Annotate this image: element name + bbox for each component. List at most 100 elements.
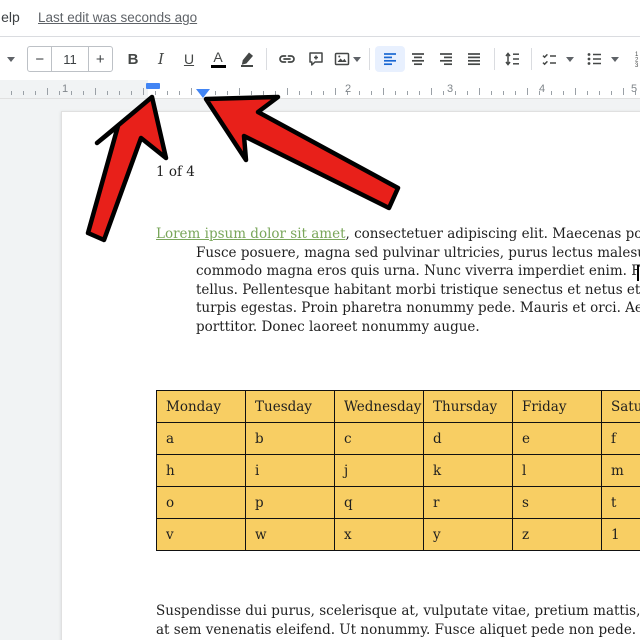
menu-item-help[interactable]: Help <box>0 9 20 25</box>
table-cell[interactable]: e <box>513 423 602 455</box>
numbered-list-icon: 123 <box>633 50 640 68</box>
table-header-cell[interactable]: Tuesday <box>246 391 335 423</box>
document-canvas: 1 of 4 Lorem ipsum dolor sit amet, conse… <box>0 99 640 640</box>
justify-button[interactable] <box>459 46 489 72</box>
lorem-ipsum-link[interactable]: Lorem ipsum dolor sit amet <box>156 226 346 242</box>
link-icon <box>277 50 297 68</box>
highlight-color-button[interactable] <box>234 46 260 72</box>
highlighter-icon <box>238 50 256 68</box>
checklist-dropdown-caret[interactable] <box>564 46 576 72</box>
toolbar-divider <box>494 48 495 70</box>
align-right-button[interactable] <box>431 46 461 72</box>
table-row: abcdef <box>157 423 640 455</box>
table-cell[interactable]: a <box>157 423 246 455</box>
font-size-control: − 11 + <box>27 46 113 72</box>
first-line-indent-marker[interactable] <box>146 83 160 89</box>
paragraph-1-hang: Fusce posuere, magna sed pulvinar ultric… <box>196 244 640 337</box>
checklist-button[interactable] <box>535 46 563 72</box>
underline-button[interactable]: U <box>176 46 202 72</box>
svg-text:3: 3 <box>635 63 639 68</box>
table-cell[interactable]: d <box>424 423 513 455</box>
text-line[interactable]: porttitor. Donec laoreet nonummy augue. <box>196 318 640 337</box>
table-cell[interactable]: s <box>513 487 602 519</box>
table-cell[interactable]: y <box>424 519 513 551</box>
table-cell[interactable]: m <box>602 455 640 487</box>
table-header-cell[interactable]: Saturday <box>602 391 640 423</box>
table-cell[interactable]: t <box>602 487 640 519</box>
bulleted-list-button[interactable] <box>580 46 608 72</box>
document-page[interactable]: 1 of 4 Lorem ipsum dolor sit amet, conse… <box>61 111 640 640</box>
paragraph-1-first-line[interactable]: Lorem ipsum dolor sit amet, consectetuer… <box>156 225 640 244</box>
table-cell[interactable]: j <box>335 455 424 487</box>
add-comment-button[interactable] <box>301 46 331 72</box>
ruler-number: 2 <box>345 83 351 95</box>
table-cell[interactable]: h <box>157 455 246 487</box>
page-indicator[interactable]: 1 of 4 <box>156 163 195 182</box>
table-header-cell[interactable]: Friday <box>513 391 602 423</box>
table-header-cell[interactable]: Wednesday <box>335 391 424 423</box>
left-indent-marker[interactable] <box>196 89 210 98</box>
text-color-button[interactable]: A <box>204 46 232 72</box>
table-cell[interactable]: z <box>513 519 602 551</box>
table-cell[interactable]: r <box>424 487 513 519</box>
text-line[interactable]: at sem venenatis eleifend. Ut nonummy. F… <box>156 621 640 640</box>
text-line[interactable]: commodo magna eros quis urna. Nunc viver… <box>196 262 640 281</box>
toolbar-divider <box>266 48 267 70</box>
font-size-value[interactable]: 11 <box>52 47 88 71</box>
numbered-list-button[interactable]: 123 <box>628 46 640 72</box>
text-color-bar <box>211 65 226 68</box>
table-cell[interactable]: b <box>246 423 335 455</box>
align-left-button[interactable] <box>375 46 405 72</box>
ruler-number: 1 <box>62 83 68 95</box>
line-spacing-button[interactable] <box>497 46 527 72</box>
table-cell[interactable]: i <box>246 455 335 487</box>
image-icon <box>333 50 351 68</box>
comment-plus-icon <box>307 50 325 68</box>
chevron-down-icon <box>566 57 574 62</box>
table-cell[interactable]: c <box>335 423 424 455</box>
bulleted-list-icon <box>585 50 604 68</box>
toolbar-divider <box>369 48 370 70</box>
increase-font-size-button[interactable]: + <box>89 47 112 71</box>
menu-bar: Help Last edit was seconds ago <box>0 0 640 36</box>
table-cell[interactable]: w <box>246 519 335 551</box>
text-cursor <box>637 265 639 281</box>
last-edit-link[interactable]: Last edit was seconds ago <box>38 10 197 25</box>
table-cell[interactable]: p <box>246 487 335 519</box>
paragraph-1-line1-rest[interactable]: , consectetuer adipiscing elit. Maecenas… <box>346 226 640 242</box>
text-line[interactable]: Fusce posuere, magna sed pulvinar ultric… <box>196 244 640 263</box>
table-cell[interactable]: q <box>335 487 424 519</box>
table-header-cell[interactable]: Thursday <box>424 391 513 423</box>
text-line[interactable]: tellus. Pellentesque habitant morbi tris… <box>196 281 640 300</box>
bulleted-list-dropdown-caret[interactable] <box>609 46 621 72</box>
image-dropdown-caret[interactable] <box>351 46 363 72</box>
table-cell[interactable]: k <box>424 455 513 487</box>
ruler[interactable]: 12345 <box>0 80 640 99</box>
toolbar: − 11 + B I U A <box>0 36 640 80</box>
toolbar-divider <box>531 48 532 70</box>
align-center-button[interactable] <box>403 46 433 72</box>
bold-button[interactable]: B <box>120 46 146 72</box>
table-row: opqrst <box>157 487 640 519</box>
align-center-icon <box>409 50 427 68</box>
table-cell[interactable]: x <box>335 519 424 551</box>
insert-link-button[interactable] <box>272 46 302 72</box>
paragraph-2: Suspendisse dui purus, scelerisque at, v… <box>156 602 640 639</box>
google-docs-screenshot: { "menu": { "help_label": "Help", "last_… <box>0 0 640 640</box>
decrease-font-size-button[interactable]: − <box>28 47 52 71</box>
text-line[interactable]: turpis egestas. Proin pharetra nonummy p… <box>196 299 640 318</box>
italic-button[interactable]: I <box>148 46 174 72</box>
table-cell[interactable]: 1 <box>602 519 640 551</box>
table-cell[interactable]: f <box>602 423 640 455</box>
table-header-cell[interactable]: Monday <box>157 391 246 423</box>
chevron-down-icon <box>353 57 361 62</box>
table-cell[interactable]: v <box>157 519 246 551</box>
doc-table[interactable]: MondayTuesdayWednesdayThursdayFridaySatu… <box>156 390 640 551</box>
chevron-down-icon <box>611 57 619 62</box>
font-dropdown-caret[interactable] <box>4 46 18 72</box>
table-header-row: MondayTuesdayWednesdayThursdayFridaySatu… <box>157 391 640 423</box>
align-left-icon <box>381 50 399 68</box>
table-cell[interactable]: o <box>157 487 246 519</box>
text-line[interactable]: Suspendisse dui purus, scelerisque at, v… <box>156 602 640 621</box>
table-cell[interactable]: l <box>513 455 602 487</box>
